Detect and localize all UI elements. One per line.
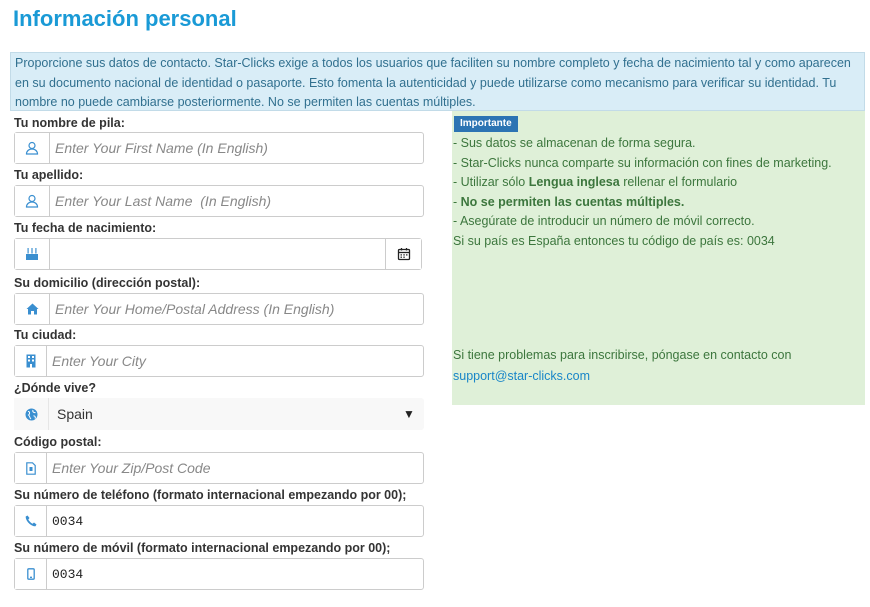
first-name-input[interactable] [50, 133, 423, 163]
city-label: Tu ciudad: [14, 328, 77, 342]
globe-icon [14, 398, 49, 430]
contact-info: Si tiene problemas para inscribirse, pón… [453, 345, 791, 387]
address-label: Su domicilio (dirección postal): [14, 276, 201, 290]
file-icon [15, 453, 47, 483]
first-name-group [14, 132, 424, 164]
support-email-link[interactable]: support@star-clicks.com [453, 366, 791, 387]
birth-date-input[interactable] [50, 239, 385, 269]
mobile-group [14, 558, 424, 590]
building-icon [15, 346, 47, 376]
country-selected-value: Spain [57, 406, 93, 422]
note-item: - Utilizar sólo Lengua inglesa rellenar … [453, 175, 738, 189]
calendar-icon[interactable] [385, 239, 421, 269]
user-icon [15, 133, 50, 163]
contact-text: Si tiene problemas para inscribirse, pón… [453, 348, 792, 362]
note-item: - Star-Clicks nunca comparte su informac… [453, 155, 832, 170]
city-group [14, 345, 424, 377]
last-name-group [14, 185, 424, 217]
note-item: - No se permiten las cuentas múltiples. [453, 194, 685, 209]
important-panel: Importante - Sus datos se almacenan de f… [452, 111, 865, 405]
city-input[interactable] [47, 346, 423, 376]
birthday-cake-icon [15, 239, 50, 269]
first-name-label: Tu nombre de pila: [14, 116, 125, 130]
phone-input[interactable] [47, 506, 423, 536]
zip-input[interactable] [47, 453, 423, 483]
user-icon [15, 186, 50, 216]
last-name-input[interactable] [50, 186, 423, 216]
phone-group [14, 505, 424, 537]
home-icon [15, 294, 50, 324]
important-notes-list: - Sus datos se almacenan de forma segura… [453, 134, 832, 251]
dropdown-arrow-icon[interactable]: ▼ [394, 398, 424, 430]
phone-label: Su número de teléfono (formato internaci… [14, 488, 407, 502]
mobile-input[interactable] [47, 559, 423, 589]
birth-date-label: Tu fecha de nacimiento: [14, 221, 157, 235]
country-label: ¿Dónde vive? [14, 381, 96, 395]
address-input[interactable] [50, 294, 423, 324]
last-name-label: Tu apellido: [14, 168, 84, 182]
zip-label: Código postal: [14, 435, 102, 449]
country-select[interactable]: Spain ▼ [14, 398, 424, 430]
address-group [14, 293, 424, 325]
important-badge: Importante [454, 116, 518, 132]
note-item: - Asegúrate de introducir un número de m… [453, 214, 755, 228]
birth-date-group [14, 238, 422, 270]
mobile-label: Su número de móvil (formato internaciona… [14, 541, 391, 555]
page-title: Información personal [13, 6, 237, 31]
note-item: Si su país es España entonces tu código … [453, 233, 775, 248]
note-item: - Sus datos se almacenan de forma segura… [453, 136, 696, 150]
mobile-icon [15, 559, 47, 589]
intro-info-box: Proporcione sus datos de contacto. Star-… [10, 52, 865, 111]
zip-group [14, 452, 424, 484]
phone-icon [15, 506, 47, 536]
